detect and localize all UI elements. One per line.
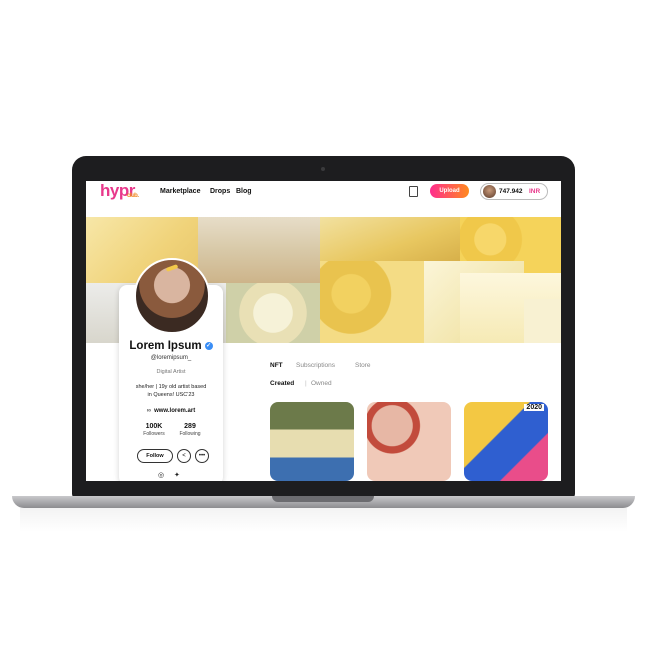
banner-tile [524, 299, 561, 343]
followers-count: 100K [145, 423, 163, 430]
laptop-mockup: hypr club. Marketplace Drops Blog Upload… [0, 0, 647, 647]
hair-clip [165, 264, 179, 272]
tab-store[interactable]: Store [355, 362, 371, 369]
banner-tile [320, 261, 424, 343]
nav-drops[interactable]: Drops [210, 188, 230, 195]
laptop-notch [272, 496, 374, 502]
tab-nft[interactable]: NFT [270, 362, 283, 369]
profile-name-text: Lorem Ipsum [129, 340, 202, 352]
upload-button[interactable]: Upload [430, 184, 469, 198]
nft-year-badge: 2020 [524, 404, 544, 411]
link-icon: ∞ [146, 408, 152, 414]
laptop-reflection [20, 508, 627, 532]
nav-marketplace[interactable]: Marketplace [160, 188, 200, 195]
screen: hypr club. Marketplace Drops Blog Upload… [86, 181, 561, 481]
profile-website[interactable]: ∞ www.lorem.art [119, 408, 223, 414]
following-count: 289 [184, 423, 196, 430]
following-label: Following [179, 431, 201, 437]
tab-subscriptions[interactable]: Subscriptions [296, 362, 335, 369]
nft-card[interactable] [270, 402, 354, 481]
banner-tile [320, 217, 460, 261]
instagram-icon[interactable]: ◎ [158, 471, 164, 479]
website-text: www.lorem.art [154, 408, 196, 414]
profile-role: Digital Artist [156, 369, 186, 375]
nft-card[interactable]: 2020 [464, 402, 548, 481]
follow-button[interactable]: Follow [137, 449, 173, 463]
profile-handle: @loremipsum_ [150, 355, 192, 361]
bio-line-2: in Queens! USC'23 [147, 392, 195, 398]
subtab-owned[interactable]: Owned [311, 380, 332, 387]
bio-line-1: she/her | 19y old artist based [135, 384, 207, 390]
top-nav: hypr club. Marketplace Drops Blog Upload… [86, 181, 561, 203]
share-icon[interactable]: < [177, 449, 191, 463]
avatar [134, 258, 210, 334]
logo[interactable]: hypr club. [100, 181, 139, 201]
verified-icon: ✓ [204, 341, 213, 350]
profile-name: Lorem Ipsum ✓ [119, 340, 223, 352]
subtab-separator: | [305, 380, 307, 387]
following-stat[interactable]: 289 Following [170, 423, 210, 437]
nft-card[interactable] [367, 402, 451, 481]
wallet-avatar [483, 185, 496, 198]
banner-tile [226, 283, 320, 343]
webcam [321, 167, 325, 171]
wallet-amount: 747.942 [499, 188, 523, 195]
followers-label: Followers [143, 431, 165, 437]
banner-tile [198, 217, 320, 283]
wallet-balance[interactable]: 747.942 INR [480, 183, 548, 200]
logo-sub: club. [127, 193, 139, 199]
nav-blog[interactable]: Blog [236, 188, 252, 195]
wallet-currency: INR [529, 188, 541, 195]
twitter-icon[interactable]: ✦ [174, 471, 180, 479]
bookmark-icon[interactable] [409, 186, 418, 197]
more-icon[interactable]: ••• [195, 449, 209, 463]
followers-stat[interactable]: 100K Followers [134, 423, 174, 437]
subtab-created[interactable]: Created [270, 380, 294, 387]
profile-bio: she/her | 19y old artist based in Queens… [127, 383, 215, 399]
